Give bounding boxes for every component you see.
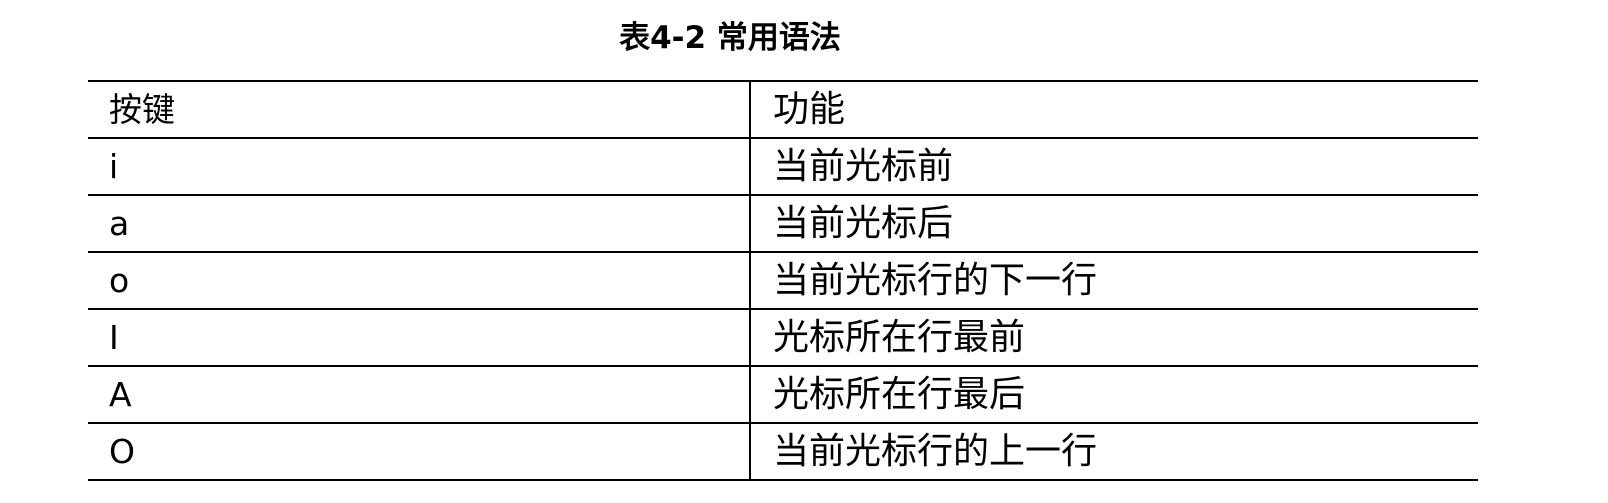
table-row: a 当前光标后	[88, 194, 1478, 253]
function-cell: 光标所在行最前	[750, 308, 1478, 367]
table-row: I 光标所在行最前	[88, 308, 1478, 367]
table-header-row: 按键 功能	[88, 80, 1478, 139]
table-row: A 光标所在行最后	[88, 365, 1478, 424]
table-caption: 表4-2 常用语法	[619, 20, 841, 56]
function-cell: 当前光标行的下一行	[750, 251, 1478, 310]
table-row: i 当前光标前	[88, 137, 1478, 196]
function-cell: 当前光标后	[750, 194, 1478, 253]
function-cell: 当前光标行的上一行	[750, 422, 1478, 481]
syntax-table: 按键 功能 i 当前光标前 a 当前光标后 o 当前光标行的下一行 I 光标所在…	[88, 80, 1478, 481]
table-row: o 当前光标行的下一行	[88, 251, 1478, 310]
key-cell: O	[88, 422, 751, 481]
key-cell: o	[88, 251, 751, 310]
function-cell: 当前光标前	[750, 137, 1478, 196]
key-cell: I	[88, 308, 751, 367]
key-cell: A	[88, 365, 751, 424]
header-cell-key: 按键	[88, 80, 751, 139]
header-cell-function: 功能	[750, 80, 1478, 139]
key-cell: i	[88, 137, 751, 196]
key-cell: a	[88, 194, 751, 253]
table-row: O 当前光标行的上一行	[88, 422, 1478, 481]
function-cell: 光标所在行最后	[750, 365, 1478, 424]
